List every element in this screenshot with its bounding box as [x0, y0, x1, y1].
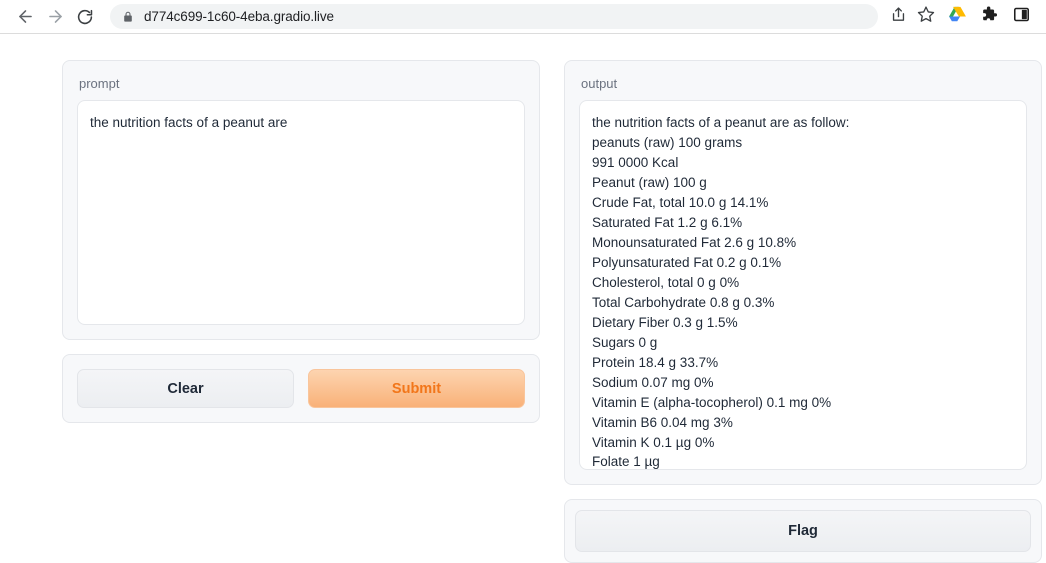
- output-line: the nutrition facts of a peanut are as f…: [592, 113, 1014, 133]
- action-buttons-panel: Clear Submit: [62, 354, 540, 423]
- arrow-left-icon: [16, 7, 35, 26]
- sidebar-panel-icon: [1013, 6, 1030, 28]
- output-line: Protein 18.4 g 33.7%: [592, 353, 1014, 373]
- address-bar[interactable]: d774c699-1c60-4eba.gradio.live: [110, 4, 878, 29]
- output-line: Polyunsaturated Fat 0.2 g 0.1%: [592, 253, 1014, 273]
- sidebar-toggle-button[interactable]: [1006, 2, 1036, 32]
- flag-panel: Flag: [564, 499, 1042, 563]
- forward-button[interactable]: [40, 2, 70, 32]
- input-column: prompt the nutrition facts of a peanut a…: [62, 60, 540, 563]
- output-line: Sugars 0 g: [592, 333, 1014, 353]
- bookmark-button[interactable]: [912, 3, 940, 31]
- gradio-app: prompt the nutrition facts of a peanut a…: [0, 34, 1046, 563]
- output-line: Peanut (raw) 100 g: [592, 173, 1014, 193]
- prompt-panel: prompt the nutrition facts of a peanut a…: [62, 60, 540, 340]
- output-line: Sodium 0.07 mg 0%: [592, 373, 1014, 393]
- output-line: Cholesterol, total 0 g 0%: [592, 273, 1014, 293]
- output-line: Monounsaturated Fat 2.6 g 10.8%: [592, 233, 1014, 253]
- output-line: 991 0000 Kcal: [592, 153, 1014, 173]
- output-column: output the nutrition facts of a peanut a…: [564, 60, 1042, 563]
- reload-button[interactable]: [70, 2, 100, 32]
- puzzle-piece-icon: [980, 5, 998, 28]
- button-row: Clear Submit: [77, 369, 525, 408]
- output-line: peanuts (raw) 100 grams: [592, 133, 1014, 153]
- lock-icon: [122, 10, 134, 24]
- output-line: Vitamin B6 0.04 mg 3%: [592, 413, 1014, 433]
- output-line: Folate 1 µg: [592, 452, 1014, 470]
- output-label: output: [581, 77, 1027, 90]
- google-drive-icon: [948, 6, 967, 28]
- back-button[interactable]: [10, 2, 40, 32]
- prompt-label: prompt: [79, 77, 525, 90]
- output-line: Total Carbohydrate 0.8 g 0.3%: [592, 293, 1014, 313]
- extensions-button[interactable]: [974, 2, 1004, 32]
- share-button[interactable]: [884, 3, 912, 31]
- output-line: Crude Fat, total 10.0 g 14.1%: [592, 193, 1014, 213]
- prompt-input[interactable]: the nutrition facts of a peanut are: [77, 100, 525, 325]
- output-line: Dietary Fiber 0.3 g 1.5%: [592, 313, 1014, 333]
- output-panel: output the nutrition facts of a peanut a…: [564, 60, 1042, 485]
- clear-button[interactable]: Clear: [77, 369, 294, 408]
- share-icon: [890, 6, 907, 28]
- arrow-right-icon: [46, 7, 65, 26]
- url-text: d774c699-1c60-4eba.gradio.live: [144, 9, 334, 24]
- browser-toolbar: d774c699-1c60-4eba.gradio.live: [0, 0, 1046, 34]
- star-icon: [917, 5, 935, 28]
- output-line: Saturated Fat 1.2 g 6.1%: [592, 213, 1014, 233]
- submit-button[interactable]: Submit: [308, 369, 525, 408]
- output-text[interactable]: the nutrition facts of a peanut are as f…: [579, 100, 1027, 470]
- flag-button[interactable]: Flag: [575, 510, 1031, 552]
- output-line: Vitamin E (alpha-tocopherol) 0.1 mg 0%: [592, 393, 1014, 413]
- output-line: Vitamin K 0.1 µg 0%: [592, 433, 1014, 453]
- google-drive-button[interactable]: [942, 2, 972, 32]
- reload-icon: [76, 8, 94, 26]
- app-columns: prompt the nutrition facts of a peanut a…: [0, 34, 1046, 563]
